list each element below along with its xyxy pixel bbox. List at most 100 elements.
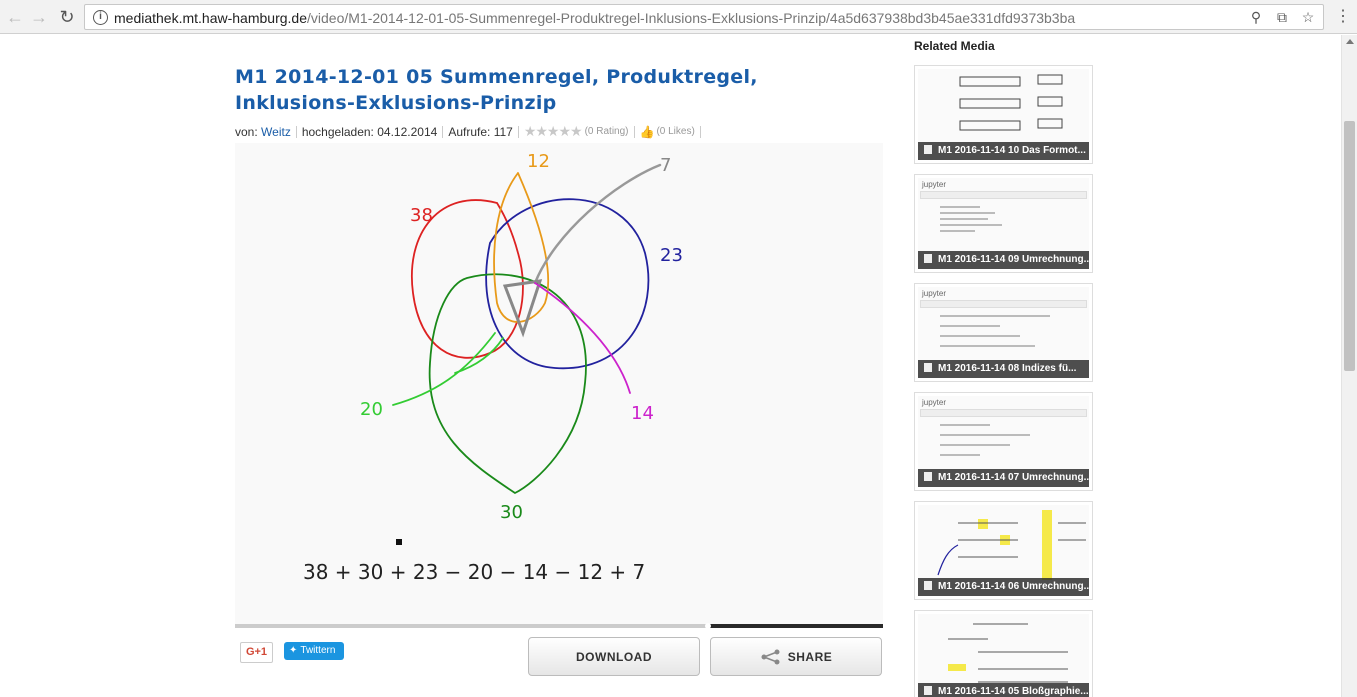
code-line — [940, 218, 988, 220]
related-item[interactable]: jupyter M1 2016-11-14 07 Umrechnung... — [914, 392, 1093, 491]
related-thumbnail: M1 2016-11-14 05 Bloßgraphie... — [918, 614, 1089, 697]
related-item-label: M1 2016-11-14 10 Das Formot... — [938, 145, 1086, 156]
rating-stars-icon[interactable]: ★★★★★ — [524, 123, 583, 140]
green-set-circle — [428, 273, 587, 495]
film-icon — [924, 145, 932, 154]
label-blue: 23 — [660, 245, 683, 266]
notebook-toolbar — [920, 409, 1087, 417]
divider — [517, 125, 519, 138]
zoom-icon[interactable]: ⚲ — [1247, 8, 1265, 26]
code-line — [940, 335, 1020, 337]
back-arrow-icon[interactable]: ← — [4, 6, 26, 28]
whiteboard-drawing: 38 12 7 23 20 14 30 38 + 30 + 23 − 20 − … — [303, 151, 683, 584]
related-item[interactable]: M1 2016-11-14 06 Umrechnung... — [914, 501, 1093, 600]
label-magenta: 14 — [631, 403, 654, 424]
film-icon — [924, 363, 932, 372]
related-item-label: M1 2016-11-14 09 Umrechnung... — [938, 254, 1089, 265]
views-count: 117 — [493, 124, 513, 139]
related-item-label: M1 2016-11-14 08 Indizes fü... — [938, 363, 1077, 374]
video-title: M1 2014-12-01 05 Summenregel, Produktreg… — [235, 66, 758, 114]
video-progress-bar[interactable] — [235, 623, 883, 629]
rating-count: (0 Rating) — [584, 126, 629, 137]
bookmark-star-icon[interactable]: ☆ — [1299, 8, 1317, 26]
video-meta: von: Weitz hochgeladen: 04.12.2014 Aufru… — [235, 123, 706, 140]
jupyter-logo-icon: jupyter — [922, 398, 947, 407]
url-text[interactable]: mediathek.mt.haw-hamburg.de/video/M1-201… — [114, 10, 1075, 26]
related-item[interactable]: M1 2016-11-14 05 Bloßgraphie... — [914, 610, 1093, 697]
code-line — [940, 454, 980, 456]
scrollbar-thumb[interactable] — [1344, 121, 1355, 371]
related-item[interactable]: jupyter M1 2016-11-14 09 Umrechnung... — [914, 174, 1093, 273]
forward-arrow-icon[interactable]: → — [28, 6, 50, 28]
uploaded-date: 04.12.2014 — [377, 124, 438, 139]
reload-icon[interactable]: ↻ — [56, 6, 78, 28]
code-line — [940, 434, 1030, 436]
related-thumbnail: jupyter M1 2016-11-14 08 Indizes fü... — [918, 287, 1089, 378]
address-bar[interactable]: i mediathek.mt.haw-hamburg.de/video/M1-2… — [84, 4, 1324, 30]
related-thumbnail: jupyter M1 2016-11-14 07 Umrechnung... — [918, 396, 1089, 487]
google-plus-button[interactable]: G+1 — [240, 642, 273, 663]
video-player[interactable]: 38 12 7 23 20 14 30 38 + 30 + 23 − 20 − … — [235, 143, 883, 628]
film-icon — [924, 581, 932, 590]
cursor-marker — [396, 539, 402, 545]
jupyter-logo-icon: jupyter — [922, 289, 947, 298]
code-line — [940, 206, 980, 208]
related-media-heading: Related Media — [914, 39, 995, 53]
code-line — [940, 345, 1035, 347]
like-thumb-icon[interactable]: 👍 — [640, 125, 655, 139]
label-red: 38 — [410, 205, 433, 226]
twitter-label: Twittern — [300, 645, 336, 656]
divider — [699, 125, 701, 138]
share-label: SHARE — [787, 649, 833, 664]
related-item-title-bar: M1 2016-11-14 08 Indizes fü... — [918, 360, 1089, 378]
divider — [633, 125, 635, 138]
share-icon — [761, 649, 780, 664]
label-green: 20 — [360, 399, 383, 420]
related-item-label: M1 2016-11-14 07 Umrechnung... — [938, 472, 1089, 483]
code-line — [940, 230, 975, 232]
author-link[interactable]: Weitz — [261, 125, 291, 139]
twitter-bird-icon: ✦ — [289, 645, 298, 656]
like-count: (0 Likes) — [656, 126, 695, 137]
url-path: /video/M1-2014-12-01-05-Summenregel-Prod… — [307, 10, 1076, 26]
code-line — [940, 212, 995, 214]
orange-set-circle — [493, 172, 549, 323]
related-item[interactable]: M1 2016-11-14 10 Das Formot... — [914, 65, 1093, 164]
related-thumbnail: jupyter M1 2016-11-14 09 Umrechnung... — [918, 178, 1089, 269]
url-host: mediathek.mt.haw-hamburg.de — [114, 10, 307, 26]
translate-icon[interactable]: ⧉ — [1273, 8, 1291, 26]
browser-toolbar: ← → ↻ i mediathek.mt.haw-hamburg.de/vide… — [0, 0, 1357, 34]
video-progress-fill — [708, 624, 883, 628]
download-button[interactable]: DOWNLOAD — [528, 637, 700, 676]
related-item-label: M1 2016-11-14 06 Umrechnung... — [938, 581, 1089, 592]
video-progress-knob[interactable] — [705, 623, 712, 629]
related-item-title-bar: M1 2016-11-14 10 Das Formot... — [918, 142, 1089, 160]
code-line — [940, 444, 1010, 446]
related-item-title-bar: M1 2016-11-14 06 Umrechnung... — [918, 578, 1089, 596]
uploaded-label: hochgeladen: — [301, 124, 374, 139]
browser-menu-icon[interactable]: ⋮ — [1335, 6, 1351, 28]
page-scrollbar[interactable] — [1341, 35, 1357, 697]
divider — [295, 125, 297, 138]
related-thumbnail: M1 2016-11-14 06 Umrechnung... — [918, 505, 1089, 596]
share-button[interactable]: SHARE — [710, 637, 882, 676]
views-label: Aufrufe: — [448, 124, 491, 139]
related-item[interactable]: jupyter M1 2016-11-14 08 Indizes fü... — [914, 283, 1093, 382]
grey-set-line — [533, 163, 662, 285]
notebook-toolbar — [920, 300, 1087, 308]
related-item-title-bar: M1 2016-11-14 09 Umrechnung... — [918, 251, 1089, 269]
code-line — [940, 325, 1000, 327]
label-orange: 12 — [527, 151, 550, 172]
twitter-button[interactable]: ✦ Twittern — [284, 642, 344, 660]
code-line — [940, 424, 990, 426]
label-bottom: 30 — [500, 502, 523, 523]
related-item-title-bar: M1 2016-11-14 07 Umrechnung... — [918, 469, 1089, 487]
divider — [442, 125, 444, 138]
related-thumbnail: M1 2016-11-14 10 Das Formot... — [918, 69, 1089, 160]
notebook-toolbar — [920, 191, 1087, 199]
film-icon — [924, 686, 932, 695]
page-content: M1 2014-12-01 05 Summenregel, Produktreg… — [0, 35, 1341, 697]
related-item-title-bar: M1 2016-11-14 05 Bloßgraphie... — [918, 683, 1089, 697]
site-info-icon[interactable]: i — [93, 10, 108, 25]
scroll-up-arrow-icon[interactable] — [1346, 39, 1354, 44]
